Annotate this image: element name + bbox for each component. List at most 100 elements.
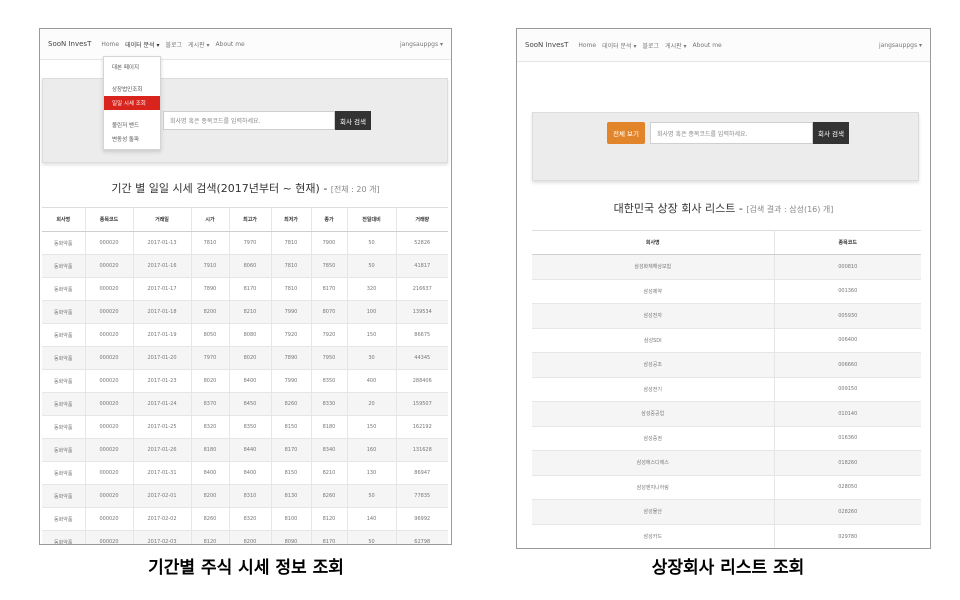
table-cell: 86947 (396, 461, 448, 485)
table-row[interactable]: 동화약품 000020 2017-01-20 7970 8020 7890 7950 30 44… (42, 346, 448, 370)
table-cell: 028260 (774, 499, 921, 524)
table-cell: 50 (347, 231, 397, 255)
table-cell: 8210 (311, 461, 348, 485)
company-list-screen: SooN InvesT Home 데이터 분석 ▾ 블로그 게시판 ▾ Abou… (516, 28, 931, 549)
table-row[interactable]: 동화약품 000020 2017-01-17 7890 8170 7810 8170 320 2… (42, 277, 448, 301)
table-cell: 2017-01-13 (133, 231, 192, 255)
nav-blog[interactable]: 블로그 (166, 40, 183, 49)
column-header: 종목코드 (85, 207, 134, 232)
table-row[interactable]: 동화약품 000020 2017-01-25 8320 8350 8150 8180 150 1… (42, 415, 448, 439)
table-cell: 8080 (229, 323, 272, 347)
table-cell: 8210 (229, 300, 272, 324)
table-row[interactable]: 동화약품 000020 2017-01-13 7810 7970 7810 7900 50 52… (42, 231, 448, 255)
table-cell: 8400 (229, 369, 272, 393)
table-row[interactable]: 삼성공조 006660 (532, 352, 921, 377)
nav-board[interactable]: 게시판 ▾ (665, 41, 686, 50)
table-row[interactable]: 동화약품 000020 2017-01-18 8200 8210 7990 8070 100 1… (42, 300, 448, 324)
table-row[interactable]: 삼성카드 029780 (532, 523, 921, 548)
table-row[interactable]: 삼성제약 001360 (532, 278, 921, 304)
table-cell: 96992 (396, 507, 448, 531)
table-cell: 동화약품 (42, 369, 86, 393)
table-row[interactable]: 동화약품 000020 2017-01-24 8370 8450 8260 8330 20 15… (42, 392, 448, 416)
company-search-button[interactable]: 회사 검색 (335, 111, 371, 130)
table-cell: 010140 (774, 401, 921, 426)
table-row[interactable]: 동화약품 000020 2017-01-19 8050 8080 7920 7920 150 8… (42, 323, 448, 347)
table-cell: 8350 (311, 369, 348, 393)
table-cell: 2017-02-03 (133, 530, 192, 544)
table-cell: 000020 (85, 392, 134, 416)
table-row[interactable]: 동화약품 000020 2017-01-31 8400 8400 8150 8210 130 8… (42, 461, 448, 485)
table-cell: 동화약품 (42, 438, 86, 462)
table-cell: 2017-01-24 (133, 392, 192, 416)
table-row[interactable]: 동화약품 000020 2017-01-23 8020 8400 7990 8350 400 2… (42, 369, 448, 393)
table-cell: 8330 (311, 392, 348, 416)
table-cell: 8260 (191, 507, 230, 531)
table-cell: 000020 (85, 484, 134, 508)
table-row[interactable]: 삼성엔지니어링 028050 (532, 474, 921, 500)
company-search-input[interactable]: 회사명 혹은 종목코드를 입력하세요. (650, 122, 813, 144)
table-cell: 동화약품 (42, 231, 86, 255)
table-cell: 8200 (191, 484, 230, 508)
table-cell: 8350 (229, 415, 272, 439)
nav-data-analysis[interactable]: 데이터 분석 ▾ (125, 40, 159, 49)
table-row[interactable]: 동화약품 000020 2017-01-26 8180 8440 8170 8340 160 1… (42, 438, 448, 462)
view-all-button[interactable]: 전체 보기 (607, 122, 645, 144)
table-cell: 8400 (229, 461, 272, 485)
table-row[interactable]: 동화약품 000020 2017-02-03 8120 8200 8090 8170 50 62… (42, 530, 448, 544)
table-cell: 7920 (311, 323, 348, 347)
table-cell: 7890 (191, 277, 230, 301)
table-cell: 000020 (85, 300, 134, 324)
table-cell: 8120 (191, 530, 230, 544)
table-cell: 동화약품 (42, 300, 86, 324)
table-cell: 동화약품 (42, 484, 86, 508)
table-cell: 005930 (774, 303, 921, 328)
table-row[interactable]: 동화약품 000020 2017-02-02 8260 8320 8100 8120 140 9… (42, 507, 448, 531)
table-cell: 7900 (311, 231, 348, 255)
dropdown-item-main-page[interactable]: 대본 페이지 (104, 60, 160, 74)
table-row[interactable]: 동화약품 000020 2017-01-16 7910 8060 7810 7850 50 41… (42, 254, 448, 278)
table-cell: 2017-01-18 (133, 300, 192, 324)
table-row[interactable]: 삼성물산 028260 (532, 499, 921, 524)
nav-about[interactable]: About me (693, 42, 722, 49)
nav-home[interactable]: Home (101, 41, 119, 48)
brand-logo[interactable]: SooN InvesT (48, 40, 91, 48)
table-row[interactable]: 삼성중공업 010140 (532, 401, 921, 426)
table-row[interactable]: 삼성전기 009150 (532, 376, 921, 402)
table-row[interactable]: 삼성전자 005930 (532, 303, 921, 328)
table-cell: 000020 (85, 369, 134, 393)
company-search-input[interactable]: 회사명 혹은 종목코드를 입력하세요. (163, 111, 335, 130)
dropdown-item-bollinger-band[interactable]: 볼린저 밴드 (104, 118, 160, 132)
table-cell: 000020 (85, 231, 134, 255)
brand-logo[interactable]: SooN InvesT (525, 41, 568, 49)
nav-home[interactable]: Home (578, 42, 596, 49)
table-cell: 삼성화재해상보험 (532, 254, 775, 279)
result-count: [검색 결과 : 삼성(16) 개] (746, 205, 834, 214)
table-row[interactable]: 삼성증권 016360 (532, 425, 921, 451)
table-cell: 8090 (271, 530, 312, 544)
nav-data-analysis[interactable]: 데이터 분석 ▾ (602, 41, 636, 50)
dropdown-item-volatility-breakout[interactable]: 변동성 돌파 (104, 132, 160, 146)
data-analysis-dropdown: 대본 페이지 상장법인조회 일일 시세 조회 볼린저 밴드 변동성 돌파 (103, 56, 161, 150)
column-header: 최고가 (229, 207, 272, 232)
nav-about[interactable]: About me (216, 41, 245, 48)
company-search-button[interactable]: 회사 검색 (813, 122, 849, 144)
table-cell: 000020 (85, 415, 134, 439)
table-row[interactable]: 삼성에스디에스 018260 (532, 450, 921, 475)
table-cell: 131628 (396, 438, 448, 462)
table-row[interactable]: 삼성SDI 006400 (532, 327, 921, 353)
nav-board[interactable]: 게시판 ▾ (188, 40, 209, 49)
dropdown-item-daily-price[interactable]: 일일 시세 조회 (104, 96, 160, 110)
table-row[interactable]: 동화약품 000020 2017-02-01 8200 8310 8130 8260 50 77… (42, 484, 448, 508)
user-menu[interactable]: jangsauppgs ▾ (879, 42, 922, 49)
table-cell: 288406 (396, 369, 448, 393)
table-cell: 동화약품 (42, 254, 86, 278)
table-row[interactable]: 삼성화재해상보험 000810 (532, 254, 921, 279)
table-header-row: 회사명 종목코드 (532, 230, 921, 255)
table-cell: 000020 (85, 346, 134, 370)
dropdown-item-listed-company[interactable]: 상장법인조회 (104, 82, 160, 96)
user-menu[interactable]: jangsauppgs ▾ (400, 41, 443, 48)
navbar: SooN InvesT Home 데이터 분석 ▾ 블로그 게시판 ▾ Abou… (40, 29, 451, 60)
table-cell: 동화약품 (42, 277, 86, 301)
nav-blog[interactable]: 블로그 (643, 41, 660, 50)
table-cell: 7990 (271, 300, 312, 324)
